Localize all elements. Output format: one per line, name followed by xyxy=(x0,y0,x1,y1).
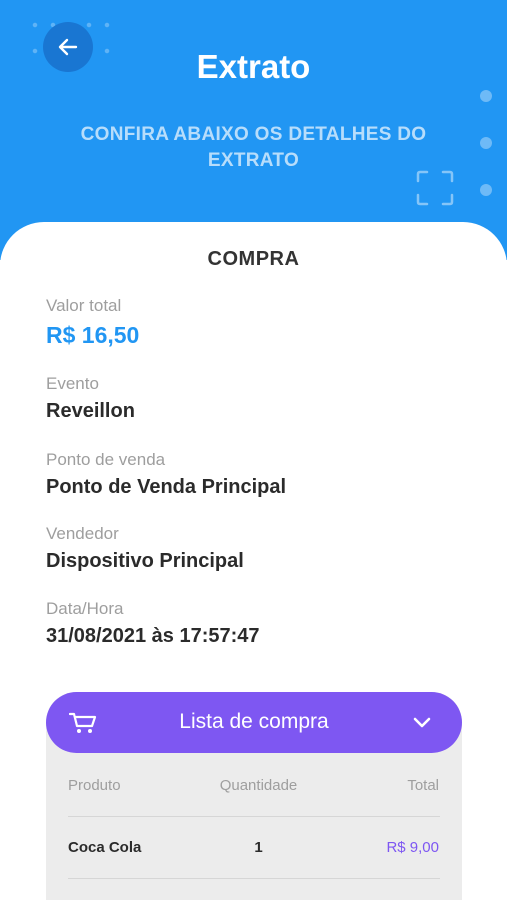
page-title: Extrato xyxy=(196,48,311,85)
datetime-value: 31/08/2021 às 17:57:47 xyxy=(46,625,260,647)
detail-card: COMPRA Valor total R$ 16,50 Evento Revei… xyxy=(0,222,507,900)
point-of-sale-label: Ponto de venda xyxy=(46,450,166,469)
column-header-product: Produto xyxy=(68,777,121,794)
row-total: R$ 9,00 xyxy=(386,839,439,856)
decorative-dot xyxy=(480,184,492,196)
row-quantity: 1 xyxy=(254,839,263,856)
event-label: Evento xyxy=(46,374,99,393)
purchase-list-label: Lista de compra xyxy=(179,710,329,733)
column-header-quantity: Quantidade xyxy=(219,777,298,794)
page-subtitle: CONFIRA ABAIXO OS DETALHES DO EXTRATO xyxy=(80,124,427,171)
event-value: Reveillon xyxy=(46,400,135,422)
divider xyxy=(68,878,440,879)
seller-value: Dispositivo Principal xyxy=(46,550,244,572)
chevron-down-icon xyxy=(413,717,431,728)
decorative-dot xyxy=(480,137,492,149)
divider xyxy=(68,816,440,817)
total-value: R$ 16,50 xyxy=(46,322,140,348)
scan-frame-icon xyxy=(416,170,454,206)
point-of-sale-value: Ponto de Venda Principal xyxy=(46,476,287,498)
datetime-label: Data/Hora xyxy=(46,599,124,618)
purchase-list-toggle[interactable]: Lista de compra xyxy=(46,692,462,753)
card-title: COMPRA xyxy=(207,248,300,270)
row-product: Coca Cola xyxy=(68,839,142,856)
decorative-dot xyxy=(480,90,492,102)
seller-label: Vendedor xyxy=(46,524,119,543)
column-header-total: Total xyxy=(407,777,439,794)
total-value-label: Valor total xyxy=(46,296,122,315)
header: Extrato CONFIRA ABAIXO OS DETALHES DO EX… xyxy=(0,0,507,260)
